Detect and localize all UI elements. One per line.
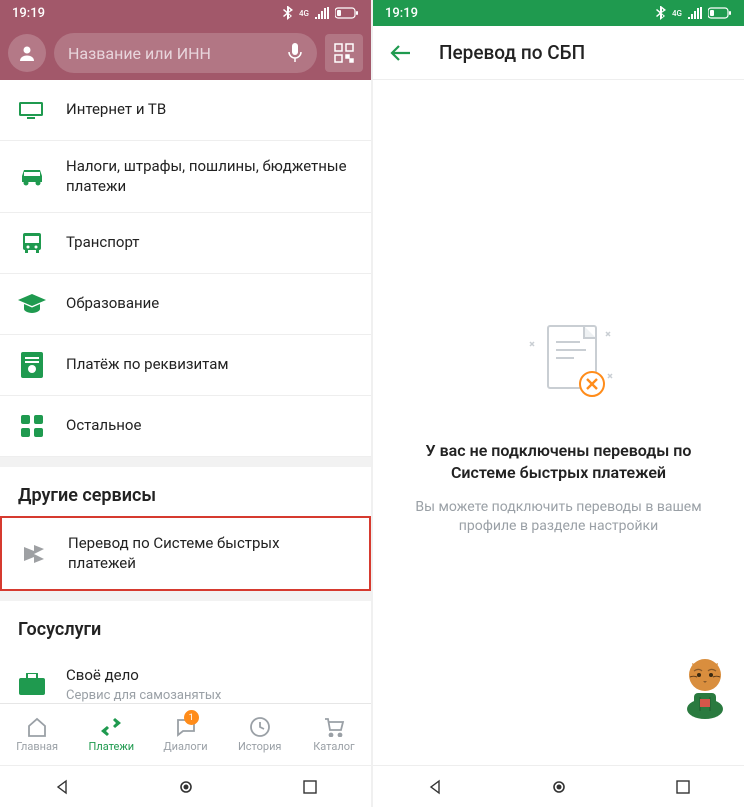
- tv-icon: [19, 100, 45, 120]
- category-transport[interactable]: Транспорт: [0, 213, 371, 274]
- clock-icon: [249, 716, 271, 738]
- category-label: Интернет и ТВ: [66, 100, 166, 120]
- phone-right-sbp: 19:19 4G Перевод по СБП У ва: [373, 0, 744, 807]
- cart-icon: [323, 717, 345, 737]
- nav-home-icon[interactable]: [178, 779, 194, 795]
- nav-home-icon[interactable]: [551, 779, 567, 795]
- sbp-icon: [21, 541, 47, 567]
- category-label: Платёж по реквизитам: [66, 355, 229, 375]
- document-error-icon: [514, 308, 624, 418]
- signal-icon: [315, 7, 329, 19]
- status-bar: 19:19 4G: [373, 0, 744, 26]
- category-label: Образование: [66, 294, 159, 314]
- status-bar: 19:19 4G: [0, 0, 371, 26]
- nav-back-icon[interactable]: [54, 779, 70, 795]
- category-education[interactable]: Образование: [0, 274, 371, 335]
- phone-left-payments: 19:19 4G Название или ИНН Интернет и ТВ …: [0, 0, 371, 807]
- nav-label: Каталог: [313, 740, 354, 753]
- gov-row-text: Своё дело Сервис для самозанятых: [66, 666, 221, 703]
- category-label: Налоги, штрафы, пошлины, бюджетные плате…: [66, 157, 353, 196]
- nav-back-icon[interactable]: [427, 779, 443, 795]
- section-gap: [0, 591, 371, 601]
- category-other[interactable]: Остальное: [0, 396, 371, 457]
- category-requisites[interactable]: Платёж по реквизитам: [0, 335, 371, 396]
- sbp-label: Перевод по Системе быстрых платежей: [68, 534, 351, 573]
- empty-illustration: [514, 308, 604, 408]
- category-label: Транспорт: [66, 233, 140, 253]
- gov-title: Своё дело: [66, 666, 221, 686]
- search-header: Название или ИНН: [0, 26, 371, 80]
- qr-button[interactable]: [325, 34, 363, 72]
- battery-icon: [335, 7, 359, 19]
- search-placeholder: Название или ИНН: [68, 44, 287, 63]
- grid-icon: [21, 415, 43, 437]
- status-icons: 4G: [656, 6, 732, 20]
- car-icon: [18, 168, 46, 186]
- bottom-nav: Главная Платежи 1 Диалоги История Катало…: [0, 703, 371, 765]
- network-indicator: 4G: [672, 9, 682, 18]
- gov-sub: Сервис для самозанятых: [66, 688, 221, 703]
- graduation-icon: [18, 294, 46, 314]
- status-time: 19:19: [385, 6, 418, 21]
- bus-icon: [20, 231, 44, 255]
- nav-dialogs[interactable]: 1 Диалоги: [148, 704, 222, 765]
- receipt-icon: [21, 352, 43, 378]
- back-button[interactable]: [389, 44, 411, 62]
- nav-catalog[interactable]: Каталог: [297, 704, 371, 765]
- briefcase-icon: [19, 673, 45, 695]
- cat-icon: [670, 649, 740, 721]
- nav-label: Диалоги: [163, 740, 207, 753]
- dialogs-badge: 1: [184, 710, 199, 725]
- signal-icon: [688, 7, 702, 19]
- home-icon: [26, 716, 48, 738]
- android-nav: [373, 765, 744, 807]
- empty-subtitle: Вы можете подключить переводы в вашем пр…: [397, 498, 720, 537]
- android-nav: [0, 765, 371, 807]
- nav-recent-icon[interactable]: [303, 780, 317, 794]
- page-header: Перевод по СБП: [373, 26, 744, 80]
- search-input[interactable]: Название или ИНН: [54, 33, 317, 73]
- gov-row[interactable]: Своё дело Сервис для самозанятых: [0, 650, 371, 703]
- empty-state: У вас не подключены переводы по Системе …: [373, 80, 744, 765]
- nav-history[interactable]: История: [223, 704, 297, 765]
- arrow-left-icon: [389, 44, 411, 62]
- nav-label: История: [238, 740, 282, 753]
- sbp-row[interactable]: Перевод по Системе быстрых платежей: [2, 518, 369, 589]
- qr-icon: [334, 43, 354, 63]
- empty-title: У вас не подключены переводы по Системе …: [397, 440, 720, 483]
- category-taxes[interactable]: Налоги, штрафы, пошлины, бюджетные плате…: [0, 141, 371, 213]
- category-internet-tv[interactable]: Интернет и ТВ: [0, 80, 371, 141]
- network-indicator: 4G: [299, 9, 309, 18]
- profile-button[interactable]: [8, 34, 46, 72]
- cat-mascot: [670, 649, 740, 721]
- payments-list: Интернет и ТВ Налоги, штрафы, пошлины, б…: [0, 80, 371, 703]
- section-gosuslugi: Госуслуги: [0, 601, 371, 650]
- status-icons: 4G: [283, 6, 359, 20]
- section-other-services: Другие сервисы: [0, 467, 371, 516]
- nav-label: Главная: [16, 740, 58, 753]
- nav-recent-icon[interactable]: [676, 780, 690, 794]
- bluetooth-icon: [656, 6, 666, 20]
- status-time: 19:19: [12, 6, 45, 21]
- person-icon: [17, 43, 37, 63]
- nav-home[interactable]: Главная: [0, 704, 74, 765]
- page-title: Перевод по СБП: [439, 41, 585, 64]
- highlight-box: Перевод по Системе быстрых платежей: [0, 516, 371, 591]
- arrows-icon: [100, 717, 122, 737]
- section-gap: [0, 457, 371, 467]
- bluetooth-icon: [283, 6, 293, 20]
- mic-icon[interactable]: [287, 43, 303, 63]
- category-label: Остальное: [66, 416, 141, 436]
- battery-icon: [708, 7, 732, 19]
- nav-label: Платежи: [89, 740, 135, 753]
- nav-payments[interactable]: Платежи: [74, 704, 148, 765]
